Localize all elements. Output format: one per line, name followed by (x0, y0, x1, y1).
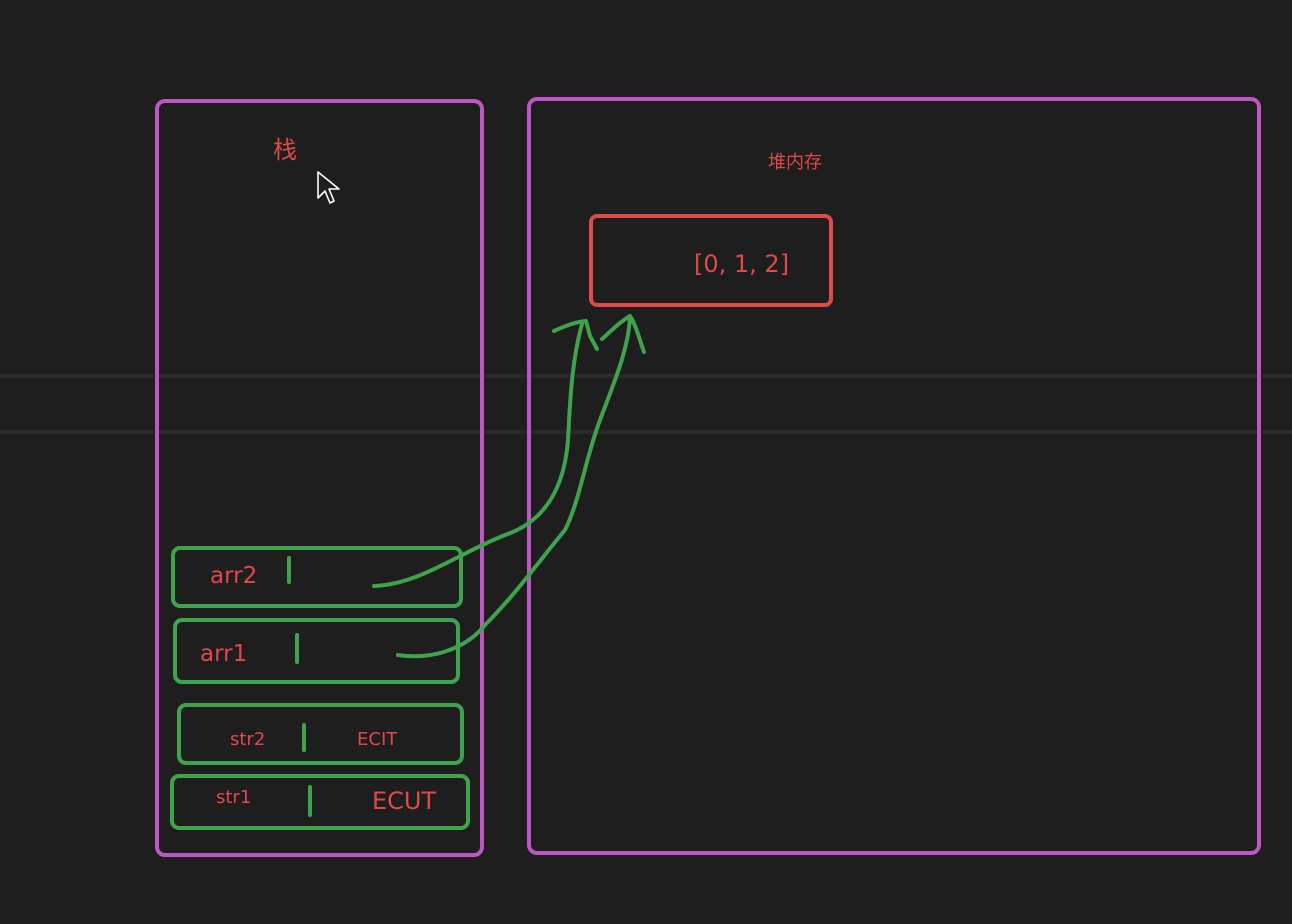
whiteboard-canvas[interactable]: 栈 堆内存 [0, 1, 2] arr2 arr1 str2 ECIT str1… (0, 0, 1292, 924)
diagram-drawing (155, 97, 1261, 857)
slot-str2-value: ECIT (357, 729, 398, 750)
heap-region[interactable] (527, 97, 1261, 855)
slot-arr2-name: arr2 (210, 563, 258, 589)
slot-arr1-name: arr1 (200, 641, 248, 667)
heap-title: 堆内存 (768, 152, 822, 173)
stack-title: 栈 (273, 136, 297, 164)
slot-str2-name: str2 (230, 729, 266, 750)
arrowhead-arr1-icon (600, 314, 646, 354)
slot-str1-name: str1 (216, 787, 252, 808)
stack-region[interactable] (155, 99, 484, 857)
mouse-cursor-icon (317, 171, 340, 204)
slot-str2[interactable] (177, 703, 464, 765)
slot-str1-value: ECUT (372, 787, 437, 815)
heap-array-value: [0, 1, 2] (694, 250, 790, 278)
